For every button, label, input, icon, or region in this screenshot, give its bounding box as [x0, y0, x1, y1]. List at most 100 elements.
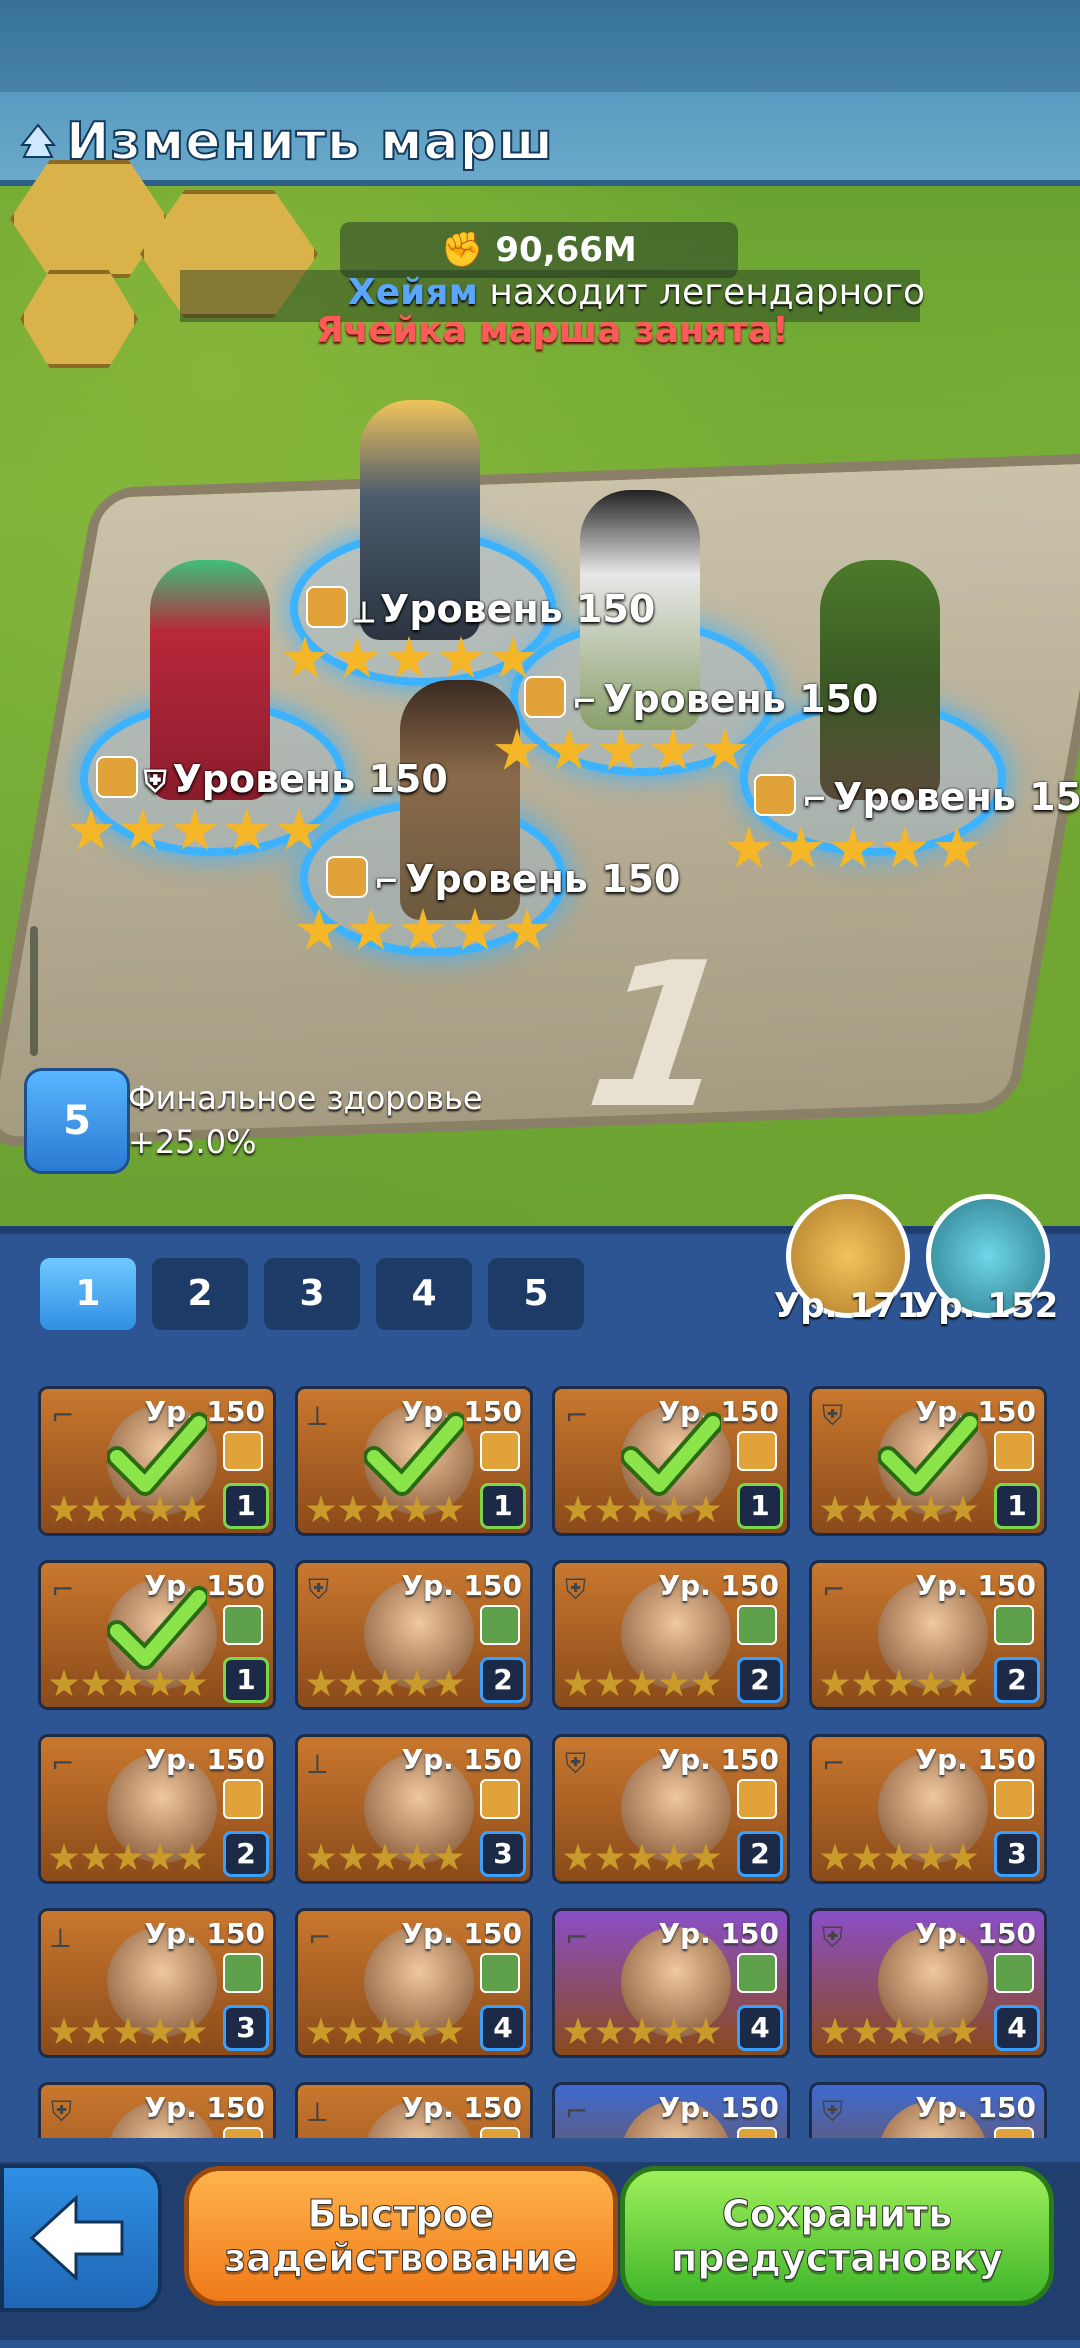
bonus-icon[interactable]: 5	[24, 1068, 130, 1174]
star-icon	[916, 1669, 946, 1697]
tree-icon	[19, 123, 57, 158]
star-icon	[306, 2017, 336, 2045]
star-icon	[402, 1843, 432, 1871]
hero-card[interactable]: ⌐ Ур. 150 4	[295, 1908, 533, 2058]
hero-card[interactable]: ⌐ Ур. 150 1	[38, 1560, 276, 1710]
hero-card-level: Ур. 150	[915, 1743, 1036, 1776]
hero-card[interactable]: ⛨ Ур. 150 4	[809, 1908, 1047, 2058]
star-icon	[306, 1843, 336, 1871]
star-icon	[546, 728, 592, 770]
star-icon	[852, 1843, 882, 1871]
star-icon	[386, 636, 432, 678]
hero-card-stars	[820, 2017, 978, 2047]
star-icon	[434, 1843, 464, 1871]
shield-icon: ⛨	[565, 1747, 587, 1780]
hero-card[interactable]: ⌐ Ур. 150 2	[809, 1560, 1047, 1710]
save-preset-button[interactable]: Сохранить предустановку	[620, 2166, 1054, 2306]
tab-march-3[interactable]: 3	[264, 1258, 360, 1330]
hero-card[interactable]: ⟂ Ур. 150 3	[38, 1908, 276, 2058]
checkmark-icon	[621, 1412, 721, 1496]
tab-march-4[interactable]: 4	[376, 1258, 472, 1330]
hero-card[interactable]: ⛨ Ур. 150	[38, 2082, 276, 2138]
star-icon	[627, 1669, 657, 1697]
star-icon	[434, 1495, 464, 1523]
hero-level-label: ⌐Уровень 150	[326, 856, 680, 901]
star-icon	[452, 908, 498, 950]
faction-badge-icon	[223, 1953, 263, 1993]
star-icon	[81, 1669, 111, 1697]
tab-march-5[interactable]: 5	[488, 1258, 584, 1330]
back-button[interactable]	[0, 2164, 162, 2312]
star-icon	[659, 1495, 689, 1523]
hero-card-level: Ур. 150	[658, 2091, 779, 2124]
star-icon	[691, 2017, 721, 2045]
faction-badge-icon	[223, 2127, 263, 2138]
tab-march-1[interactable]: 1	[40, 1258, 136, 1330]
hero-card[interactable]: ⛨ Ур. 150 2	[552, 1734, 790, 1884]
hero-card-stars	[49, 1495, 207, 1525]
quick-deploy-button[interactable]: Быстрое задействование	[184, 2166, 618, 2306]
star-icon	[145, 1843, 175, 1871]
star-icon	[884, 1843, 914, 1871]
hero-card-stars	[49, 1843, 207, 1873]
star-icon	[306, 1495, 336, 1523]
star-icon	[370, 2017, 400, 2045]
star-icon	[113, 2017, 143, 2045]
star-icon	[338, 2017, 368, 2045]
star-icon	[702, 728, 748, 770]
pistol-icon: ⌐	[822, 1573, 846, 1606]
hero-card[interactable]: ⛨ Ур. 150 2	[295, 1560, 533, 1710]
star-icon	[224, 808, 270, 850]
shield-icon: ⛨	[51, 2095, 73, 2128]
hero-card-level: Ур. 150	[915, 2091, 1036, 2124]
faction-badge-icon	[994, 1605, 1034, 1645]
faction-badge-icon	[480, 1953, 520, 1993]
star-icon	[948, 2017, 978, 2045]
pet-level: Ур. 152	[912, 1286, 1059, 1326]
hero-stars	[296, 908, 550, 954]
hero-card[interactable]: ⟂ Ур. 150 1	[295, 1386, 533, 1536]
hero-card-level: Ур. 150	[915, 1917, 1036, 1950]
hero-card[interactable]: ⟂ Ур. 150 3	[295, 1734, 533, 1884]
hero-card-stars	[820, 1495, 978, 1525]
hero-card[interactable]: ⌐ Ур. 150 1	[552, 1386, 790, 1536]
slot-warning: Ячейка марша занята!	[316, 310, 789, 351]
star-icon	[948, 1669, 978, 1697]
hero-card[interactable]: ⛨ Ур. 150	[809, 2082, 1047, 2138]
march-count-badge: 1	[994, 1483, 1040, 1529]
march-count-badge: 1	[480, 1483, 526, 1529]
hero-card[interactable]: ⌐ Ур. 150 1	[38, 1386, 276, 1536]
pistol-icon: ⌐	[802, 783, 828, 818]
star-icon	[334, 636, 380, 678]
hero-card-level: Ур. 150	[658, 1743, 779, 1776]
hero-card[interactable]: ⛨ Ур. 150 2	[552, 1560, 790, 1710]
star-icon	[563, 1843, 593, 1871]
hero-card-level: Ур. 150	[144, 2091, 265, 2124]
hero-card[interactable]: ⌐ Ур. 150	[552, 2082, 790, 2138]
star-icon	[659, 1669, 689, 1697]
march-count-badge: 4	[480, 2005, 526, 2051]
rifle-icon: ⟂	[51, 1921, 70, 1954]
scrollbar[interactable]	[30, 926, 38, 1056]
faction-badge-icon	[223, 1605, 263, 1645]
faction-badge-icon	[524, 676, 566, 718]
star-icon	[434, 2017, 464, 2045]
hero-level-label: ⟂ Уровень 150	[306, 586, 655, 631]
tab-march-2[interactable]: 2	[152, 1258, 248, 1330]
hero-card[interactable]: ⌐ Ур. 150 3	[809, 1734, 1047, 1884]
hero-card[interactable]: ⟂ Ур. 150	[295, 2082, 533, 2138]
hero-card-stars	[306, 1495, 464, 1525]
star-icon	[81, 1843, 111, 1871]
faction-badge-icon	[480, 1779, 520, 1819]
hero-card-stars	[563, 1669, 721, 1699]
hero-card-level: Ур. 150	[401, 1569, 522, 1602]
faction-badge-icon	[480, 2127, 520, 2138]
star-icon	[49, 2017, 79, 2045]
hero-card[interactable]: ⛨ Ур. 150 1	[809, 1386, 1047, 1536]
back-arrow-icon	[29, 2194, 124, 2282]
star-icon	[820, 1495, 850, 1523]
checkmark-icon	[364, 1412, 464, 1496]
hero-card[interactable]: ⌐ Ур. 150 4	[552, 1908, 790, 2058]
hero-card[interactable]: ⌐ Ур. 150 2	[38, 1734, 276, 1884]
faction-badge-icon	[994, 1953, 1034, 1993]
